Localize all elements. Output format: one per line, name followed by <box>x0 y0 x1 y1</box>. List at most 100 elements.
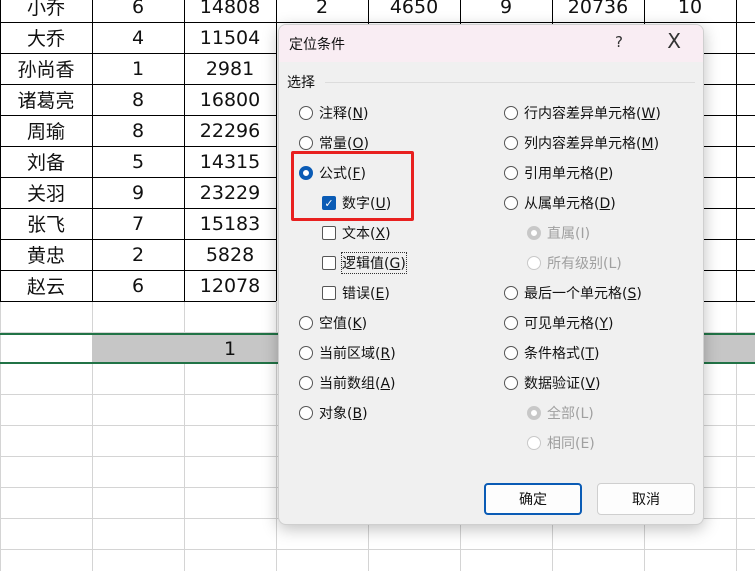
radio-button[interactable] <box>504 106 518 120</box>
cell[interactable]: 2 <box>92 239 184 270</box>
cell[interactable]: 10 <box>644 0 736 22</box>
cell[interactable]: 7 <box>92 208 184 239</box>
option-label: 逻辑值(G) <box>341 252 407 274</box>
option-K[interactable]: 空值(K) <box>299 313 367 333</box>
cell[interactable]: 9 <box>460 0 552 22</box>
option-X[interactable]: 文本(X) <box>322 223 391 243</box>
option-Y[interactable]: 可见单元格(Y) <box>504 313 614 333</box>
radio-button[interactable] <box>504 376 518 390</box>
group-label: 选择 <box>287 75 315 91</box>
cell-border <box>704 208 755 209</box>
option-S[interactable]: 最后一个单元格(S) <box>504 283 642 303</box>
option-label: 注释(N) <box>319 106 369 122</box>
cell[interactable]: 5828 <box>184 239 276 270</box>
checkbox[interactable] <box>322 256 336 270</box>
cell[interactable]: 2 <box>276 0 368 22</box>
cell[interactable]: 1 <box>184 333 276 364</box>
option-T[interactable]: 条件格式(T) <box>504 343 600 363</box>
option-label: 空值(K) <box>319 316 368 332</box>
cell[interactable]: 6 <box>92 0 184 22</box>
radio-button <box>527 406 541 420</box>
cell[interactable]: 孙尚香 <box>0 53 92 84</box>
cell[interactable]: 4650 <box>368 0 460 22</box>
cell[interactable]: 12078 <box>184 270 276 301</box>
cell[interactable]: 6 <box>92 270 184 301</box>
radio-button[interactable] <box>299 106 313 120</box>
cell[interactable]: 关羽 <box>0 177 92 208</box>
radio-button[interactable] <box>299 376 313 390</box>
radio-button[interactable] <box>299 316 313 330</box>
checkbox[interactable] <box>322 226 336 240</box>
group-divider <box>325 82 695 83</box>
close-icon[interactable]: X <box>667 29 681 53</box>
cell-border <box>276 0 277 301</box>
cell[interactable]: 15183 <box>184 208 276 239</box>
option-O[interactable]: 常量(O) <box>299 133 369 153</box>
radio-button[interactable] <box>504 196 518 210</box>
radio-button[interactable] <box>299 136 313 150</box>
option-R[interactable]: 当前区域(R) <box>299 343 396 363</box>
option-D[interactable]: 从属单元格(D) <box>504 193 616 213</box>
radio-button[interactable] <box>504 286 518 300</box>
cell-border <box>704 270 755 271</box>
cell[interactable]: 14808 <box>184 0 276 22</box>
option-G[interactable]: 逻辑值(G) <box>322 252 407 274</box>
ok-button[interactable]: 确定 <box>484 483 582 515</box>
cell[interactable]: 9 <box>92 177 184 208</box>
cell[interactable]: 5 <box>92 146 184 177</box>
cell[interactable]: 8 <box>92 84 184 115</box>
cell-border <box>704 84 755 85</box>
cell[interactable]: 小乔 <box>0 0 92 22</box>
option-label: 所有级别(L) <box>547 256 622 272</box>
option-W[interactable]: 行内容差异单元格(W) <box>504 103 661 123</box>
cell[interactable]: 刘备 <box>0 146 92 177</box>
cell[interactable]: 周瑜 <box>0 115 92 146</box>
cell[interactable]: 20736 <box>552 0 644 22</box>
cell[interactable]: 2981 <box>184 53 276 84</box>
cell[interactable]: 1 <box>92 53 184 84</box>
option-相同(E): 相同(E) <box>527 433 595 453</box>
cell[interactable]: 赵云 <box>0 270 92 301</box>
option-V[interactable]: 数据验证(V) <box>504 373 601 393</box>
cell[interactable]: 23229 <box>184 177 276 208</box>
cell[interactable]: 诸葛亮 <box>0 84 92 115</box>
cell-border <box>704 115 755 116</box>
cell[interactable]: 11504 <box>184 22 276 53</box>
dialog-title: 定位条件 <box>289 36 345 53</box>
option-直属(I): 直属(I) <box>527 223 590 243</box>
go-to-special-dialog: 定位条件 ? X 选择 注释(N) 常量(O) 公式(F) ✓ 数字(U) 文本(X) 逻辑… <box>278 24 704 525</box>
radio-button[interactable] <box>504 346 518 360</box>
cell[interactable]: 8 <box>92 115 184 146</box>
option-N[interactable]: 注释(N) <box>299 103 368 123</box>
cell[interactable]: 14315 <box>184 146 276 177</box>
cell[interactable]: 黄忠 <box>0 239 92 270</box>
radio-button[interactable] <box>504 136 518 150</box>
radio-button[interactable] <box>299 346 313 360</box>
checkbox[interactable] <box>322 286 336 300</box>
cell[interactable]: 张飞 <box>0 208 92 239</box>
radio-button[interactable] <box>504 316 518 330</box>
cell[interactable]: 4 <box>92 22 184 53</box>
cell-border <box>704 239 755 240</box>
option-label: 当前数组(A) <box>319 376 396 392</box>
option-label: 错误(E) <box>342 286 390 302</box>
option-label: 可见单元格(Y) <box>524 316 614 332</box>
cell[interactable]: 22296 <box>184 115 276 146</box>
option-label: 引用单元格(P) <box>524 166 614 182</box>
option-P[interactable]: 引用单元格(P) <box>504 163 613 183</box>
radio-button <box>527 226 541 240</box>
radio-button <box>527 436 541 450</box>
cancel-button[interactable]: 取消 <box>597 483 695 515</box>
radio-button[interactable] <box>299 406 313 420</box>
option-B[interactable]: 对象(B) <box>299 403 368 423</box>
option-M[interactable]: 列内容差异单元格(M) <box>504 133 659 153</box>
radio-button[interactable] <box>504 166 518 180</box>
option-全部(L): 全部(L) <box>527 403 594 423</box>
cell[interactable]: 大乔 <box>0 22 92 53</box>
cell-border <box>704 301 755 302</box>
cell[interactable]: 16800 <box>184 84 276 115</box>
help-icon[interactable]: ? <box>615 33 623 51</box>
option-label: 当前区域(R) <box>319 346 396 362</box>
option-A[interactable]: 当前数组(A) <box>299 373 396 393</box>
option-E[interactable]: 错误(E) <box>322 283 390 303</box>
